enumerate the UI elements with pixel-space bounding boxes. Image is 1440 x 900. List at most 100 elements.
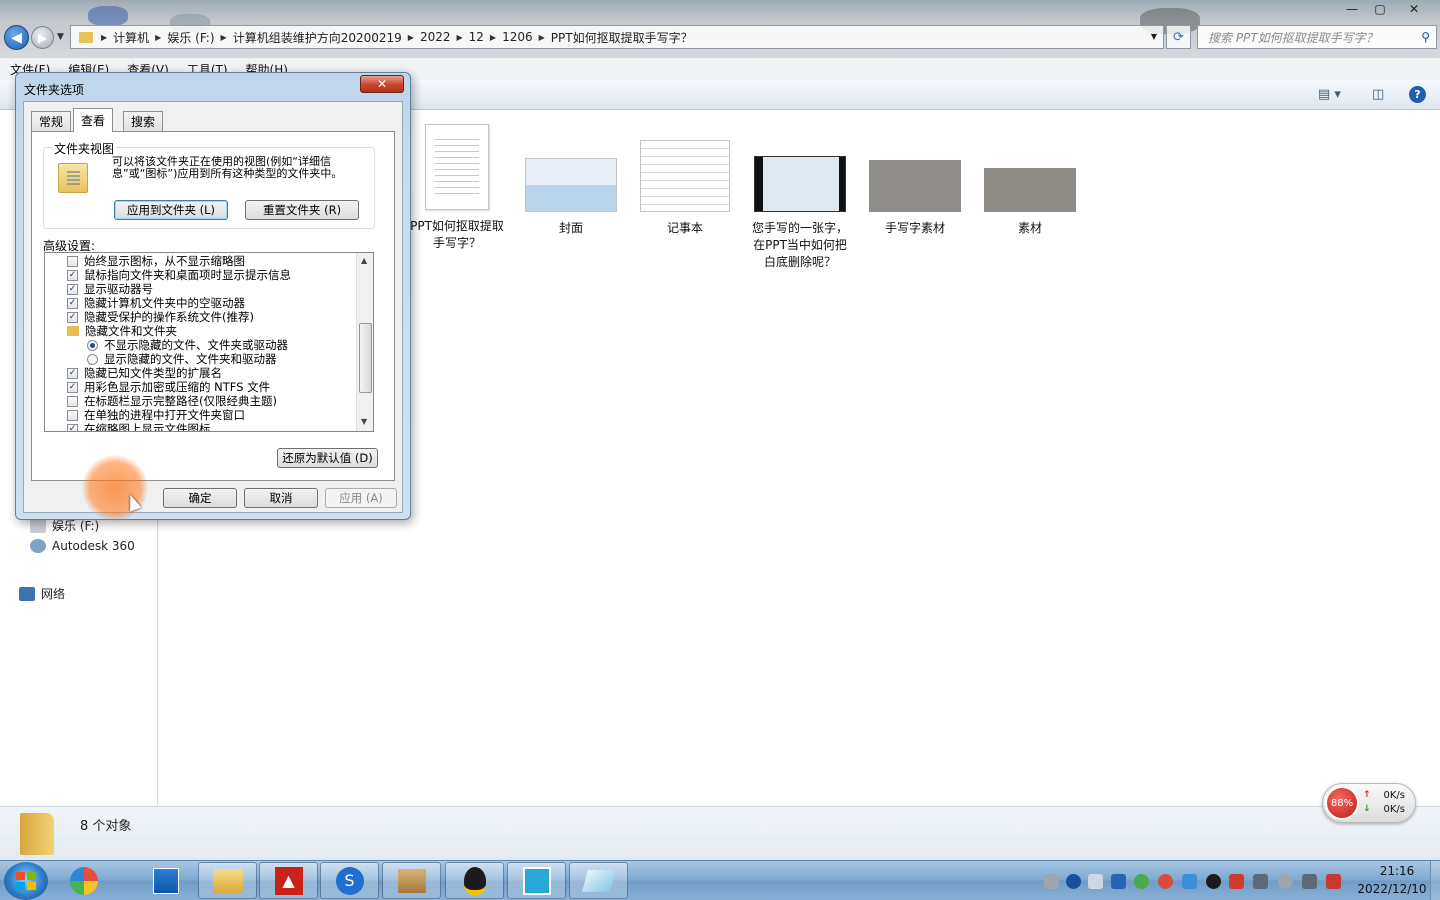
start-button[interactable] (4, 862, 48, 900)
tray-app-icon[interactable] (1111, 874, 1126, 889)
clock-time[interactable]: 21:16 (1362, 864, 1432, 878)
back-button[interactable]: ◀ (4, 25, 29, 50)
file-item[interactable]: 记事本 (630, 140, 740, 237)
list-scrollbar[interactable]: ▲ ▼ (356, 253, 373, 431)
tray-app-icon[interactable] (1134, 874, 1149, 889)
network-speed-widget[interactable]: 88% ↑ ↓ 0K/s 0K/s (1322, 783, 1416, 823)
breadcrumb-item[interactable]: 计算机组装维护方向20200219 (229, 29, 406, 46)
taskbar-app[interactable] (569, 862, 628, 899)
qq-tray-icon[interactable] (1206, 874, 1221, 889)
restore-defaults-button[interactable]: 还原为默认值 (D) (277, 448, 378, 468)
breadcrumb-item[interactable]: 2022 (416, 30, 455, 44)
view-options-icon[interactable]: ▤ ▾ (1318, 87, 1341, 102)
action-center-icon[interactable] (1326, 874, 1341, 889)
tab-search[interactable]: 搜索 (123, 111, 164, 131)
breadcrumb-item[interactable]: 1206 (498, 30, 537, 44)
chevron-right-icon[interactable]: ▶ (488, 33, 498, 42)
address-bar[interactable]: ▶ 计算机 ▶ 娱乐 (F:) ▶ 计算机组装维护方向20200219 ▶ 20… (70, 25, 1164, 49)
close-window-button[interactable]: ✕ (1394, 0, 1434, 18)
file-item[interactable]: 封面 (516, 158, 626, 237)
breadcrumb-item[interactable]: 计算机 (109, 29, 153, 46)
chevron-right-icon[interactable]: ▶ (99, 33, 109, 42)
taskbar-app[interactable] (136, 862, 195, 899)
file-item[interactable]: 素材 (975, 168, 1085, 237)
setting-row[interactable]: ✓ 在缩略图上显示文件图标 (67, 422, 211, 431)
dialog-close-button[interactable]: ✕ (360, 75, 404, 93)
breadcrumb-item[interactable]: 娱乐 (F:) (163, 29, 218, 46)
taskbar-qq[interactable] (445, 862, 504, 899)
checkbox[interactable] (67, 409, 78, 421)
scroll-up-icon[interactable]: ▲ (361, 256, 367, 265)
radio[interactable] (87, 353, 98, 365)
checkbox-checked[interactable]: ✓ (67, 283, 78, 295)
setting-row[interactable]: ✓ 隐藏受保护的操作系统文件(推荐) (67, 310, 254, 324)
tab-view[interactable]: 查看 (73, 108, 114, 132)
breadcrumb-item[interactable]: PPT如何抠取提取手写字？ (547, 29, 697, 46)
maximize-button[interactable]: ▢ (1366, 0, 1394, 18)
taskbar-app[interactable]: ▲ (259, 862, 318, 899)
taskbar-app[interactable] (507, 862, 566, 899)
checkbox-checked[interactable]: ✓ (67, 269, 78, 281)
chevron-right-icon[interactable]: ▶ (153, 33, 163, 42)
minimize-button[interactable]: — (1338, 0, 1366, 18)
search-icon[interactable]: ⚲ (1421, 30, 1430, 44)
setting-row[interactable]: 不显示隐藏的文件、文件夹或驱动器 (87, 338, 288, 352)
breadcrumb-item[interactable]: 12 (465, 30, 488, 44)
scroll-down-icon[interactable]: ▼ (361, 417, 367, 426)
clock-date[interactable]: 2022/12/10 (1352, 882, 1432, 896)
checkbox-checked[interactable]: ✓ (67, 423, 78, 431)
cancel-button[interactable]: 取消 (244, 488, 318, 508)
ok-button[interactable]: 确定 (163, 488, 237, 508)
search-input[interactable]: 搜索 PPT如何抠取提取手写字？ ⚲ (1197, 25, 1437, 49)
radio-selected[interactable] (87, 339, 98, 351)
nav-item-network[interactable]: 网络 (19, 585, 65, 602)
file-item[interactable]: PPT如何抠取提取手写字？ (402, 124, 512, 252)
setting-row[interactable]: 始终显示图标，从不显示缩略图 (67, 254, 245, 268)
checkbox[interactable] (67, 395, 78, 407)
refresh-button[interactable]: ⟳ (1166, 25, 1191, 49)
preview-pane-icon[interactable]: ◫ (1372, 87, 1384, 102)
chevron-right-icon[interactable]: ▶ (406, 33, 416, 42)
taskbar-app[interactable] (54, 862, 113, 899)
setting-row[interactable]: ✓ 鼠标指向文件夹和桌面项时显示提示信息 (67, 268, 291, 282)
setting-row[interactable]: ✓ 用彩色显示加密或压缩的 NTFS 文件 (67, 380, 270, 394)
tray-arrow-icon[interactable] (1088, 874, 1103, 889)
file-item[interactable]: 您手写的一张字，在PPT当中如何把白底删除呢？ (745, 156, 855, 271)
tray-app-icon[interactable] (1278, 874, 1293, 889)
tray-app-icon[interactable] (1229, 874, 1244, 889)
setting-row[interactable]: 在单独的进程中打开文件夹窗口 (67, 408, 245, 422)
keyboard-icon[interactable] (1044, 874, 1059, 889)
advanced-settings-list[interactable]: 始终显示图标，从不显示缩略图 ✓ 鼠标指向文件夹和桌面项时显示提示信息 ✓ 显示驱动… (44, 252, 374, 432)
apply-button[interactable]: 应用 (A) (325, 488, 397, 508)
recent-pages-dropdown[interactable]: ▼ (57, 32, 64, 42)
scrollbar-thumb[interactable] (359, 323, 372, 393)
forward-button[interactable]: ▶ (31, 26, 54, 49)
help-tray-icon[interactable] (1066, 874, 1081, 889)
checkbox-checked[interactable]: ✓ (67, 311, 78, 323)
tab-general[interactable]: 常规 (31, 111, 72, 131)
taskbar-explorer[interactable] (198, 862, 257, 899)
file-item[interactable]: 手写字素材 (860, 160, 970, 237)
checkbox[interactable] (67, 255, 78, 267)
chevron-right-icon[interactable]: ▶ (219, 33, 229, 42)
reset-folders-button[interactable]: 重置文件夹 (R) (245, 200, 359, 220)
setting-row[interactable]: 显示隐藏的文件、文件夹和驱动器 (87, 352, 277, 366)
setting-row[interactable]: 在标题栏显示完整路径(仅限经典主题) (67, 394, 277, 408)
volume-icon[interactable] (1253, 874, 1268, 889)
setting-row[interactable]: ✓ 隐藏已知文件类型的扩展名 (67, 366, 222, 380)
show-desktop-button[interactable] (1430, 861, 1440, 900)
taskbar-app[interactable] (382, 862, 441, 899)
taskbar-app[interactable]: S (320, 862, 379, 899)
help-icon[interactable]: ? (1409, 86, 1426, 103)
checkbox-checked[interactable]: ✓ (67, 367, 78, 379)
chevron-right-icon[interactable]: ▶ (537, 33, 547, 42)
chevron-right-icon[interactable]: ▶ (454, 33, 464, 42)
nav-item-autodesk[interactable]: Autodesk 360 (30, 539, 135, 553)
chevron-down-icon[interactable]: ▼ (1151, 32, 1157, 41)
apply-to-folders-button[interactable]: 应用到文件夹 (L) (114, 200, 228, 220)
setting-row[interactable]: ✓ 显示驱动器号 (67, 282, 153, 296)
setting-row[interactable]: ✓ 隐藏计算机文件夹中的空驱动器 (67, 296, 245, 310)
tray-app-icon[interactable] (1158, 874, 1173, 889)
network-tray-icon[interactable] (1302, 874, 1317, 889)
tray-app-icon[interactable] (1182, 874, 1197, 889)
